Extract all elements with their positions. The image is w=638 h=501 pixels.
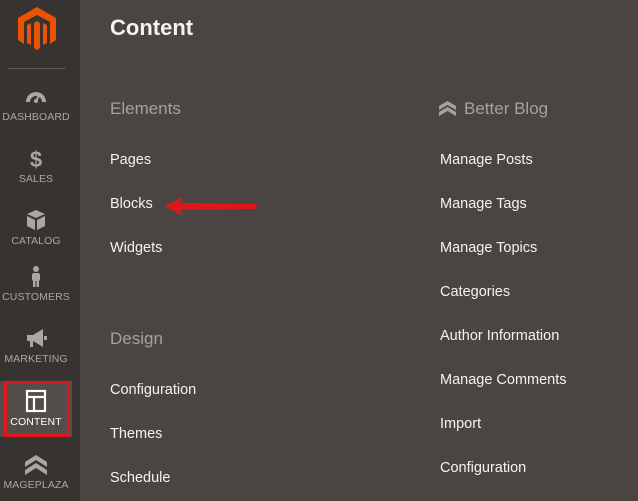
magento-logo-icon[interactable] [17,6,57,52]
logo-divider [8,68,66,69]
nav-label: CUSTOMERS [2,291,70,303]
nav-label: DASHBOARD [2,111,70,123]
menu-link-pages[interactable]: Pages [110,152,151,168]
nav-label: MAGEPLAZA [3,479,69,491]
mageplaza-icon [439,101,456,116]
nav-label: SALES [18,173,54,185]
nav-label: CONTENT [10,416,62,428]
menu-link-manage-posts[interactable]: Manage Posts [440,152,533,168]
group-title-better-blog: Better Blog [438,99,548,119]
nav-item-customers[interactable]: CUSTOMERS [0,264,72,322]
menu-link-blog-configuration[interactable]: Configuration [440,460,526,476]
content-menu-panel: Content Elements Pages Blocks Widgets De… [80,0,638,501]
admin-sidebar: DASHBOARD $ SALES CATALOG CUSTOMERS MARK [0,0,80,501]
dashboard-icon [26,92,46,103]
nav-item-content[interactable]: CONTENT [0,381,72,437]
box-icon [27,210,45,230]
nav-item-catalog[interactable]: CATALOG [0,208,72,266]
menu-link-import[interactable]: Import [440,416,481,432]
menu-link-author-information[interactable]: Author Information [440,328,559,344]
person-icon [32,266,40,287]
nav-item-dashboard[interactable]: DASHBOARD [0,84,72,142]
menu-link-schedule[interactable]: Schedule [110,470,170,486]
menu-link-manage-comments[interactable]: Manage Comments [440,372,567,388]
svg-text:$: $ [30,147,42,170]
dollar-icon: $ [30,147,42,170]
mageplaza-icon [25,455,47,475]
menu-link-manage-topics[interactable]: Manage Topics [440,240,537,256]
nav-label: CATALOG [11,235,61,247]
menu-link-design-configuration[interactable]: Configuration [110,382,196,398]
nav-item-mageplaza[interactable]: MAGEPLAZA [0,452,72,501]
group-title-label: Better Blog [464,99,549,118]
menu-link-categories[interactable]: Categories [440,284,510,300]
menu-link-blocks[interactable]: Blocks [110,196,153,212]
nav-label: MARKETING [4,353,68,365]
megaphone-icon [27,329,47,347]
panel-title: Content [110,15,194,40]
menu-link-themes[interactable]: Themes [110,426,162,442]
nav-item-sales[interactable]: $ SALES [0,146,72,204]
layout-icon [25,389,47,413]
group-title-design: Design [110,329,163,348]
nav-item-marketing[interactable]: MARKETING [0,326,72,384]
group-title-elements: Elements [110,99,181,118]
menu-link-manage-tags[interactable]: Manage Tags [440,196,527,212]
menu-link-widgets[interactable]: Widgets [110,240,162,256]
